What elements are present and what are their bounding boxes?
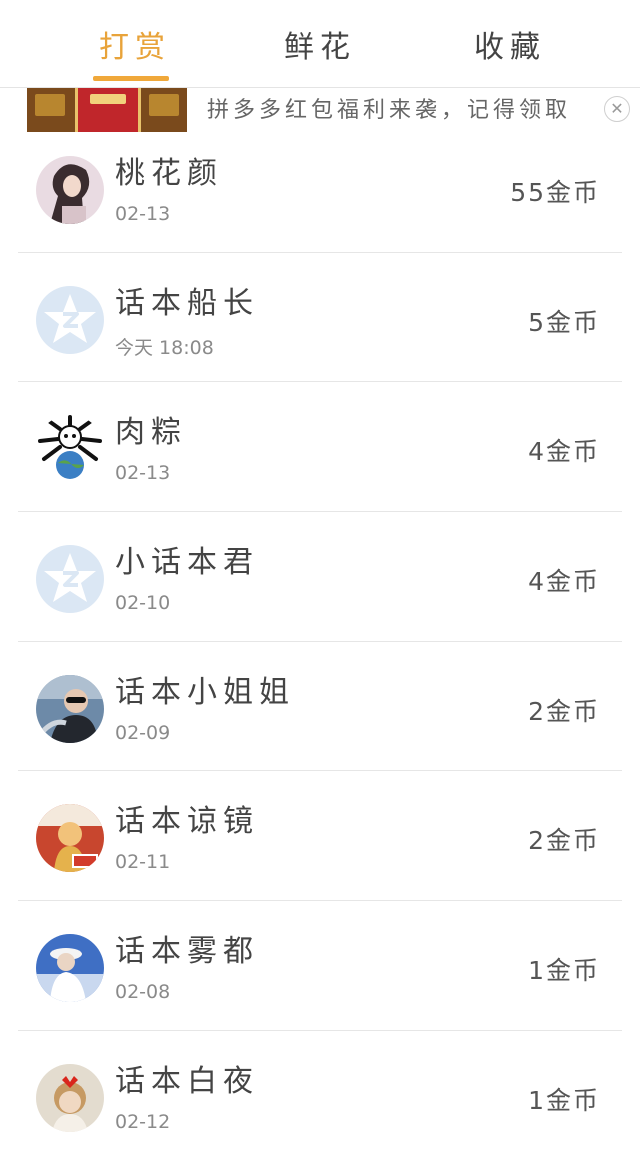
default-star-avatar-icon[interactable]	[36, 545, 104, 614]
reward-amount: 1金币	[528, 1085, 600, 1115]
user-name: 小话本君	[115, 545, 259, 581]
list-item[interactable]: 小话本君 02-10 4金币	[18, 512, 622, 642]
reward-date: 02-11	[115, 851, 171, 874]
list-item[interactable]: 话本谅镜 02-11 2金币	[18, 771, 622, 902]
reward-list: 桃花颜 02-13 55金币 话本船长 今天 18:08 5金币 肉粽 02-1…	[0, 123, 640, 1155]
user-name: 话本白夜	[115, 1063, 259, 1099]
tab-favorites[interactable]: 收藏	[465, 22, 555, 72]
user-name: 话本船长	[115, 285, 259, 321]
reward-amount: 2金币	[528, 696, 600, 726]
active-tab-indicator	[93, 76, 169, 81]
list-item[interactable]: 话本船长 今天 18:08 5金币	[18, 253, 622, 383]
list-item[interactable]: 话本雾都 02-08 1金币	[18, 901, 622, 1031]
avatar[interactable]	[36, 415, 104, 484]
reward-amount: 2金币	[528, 826, 600, 856]
avatar[interactable]	[36, 1063, 104, 1132]
reward-amount: 55金币	[510, 178, 600, 207]
user-name: 桃花颜	[115, 156, 223, 191]
reward-date: 02-08	[115, 981, 171, 1004]
reward-date: 02-13	[115, 462, 171, 485]
avatar[interactable]	[36, 804, 104, 873]
list-item[interactable]: 话本白夜 02-12 1金币	[18, 1031, 622, 1155]
tab-flowers[interactable]: 鲜花	[275, 22, 365, 72]
reward-date: 今天 18:08	[115, 336, 214, 359]
reward-date: 02-13	[115, 203, 171, 225]
user-name: 话本雾都	[115, 934, 259, 970]
avatar[interactable]	[36, 674, 104, 743]
reward-date: 02-10	[115, 592, 171, 615]
close-icon[interactable]: ✕	[604, 96, 630, 122]
tab-bar: 打赏 鲜花 收藏	[0, 0, 640, 88]
ad-text[interactable]: 拼多多红包福利来袭，记得领取	[207, 92, 571, 124]
list-item[interactable]: 桃花颜 02-13 55金币	[18, 123, 622, 253]
reward-amount: 4金币	[528, 567, 600, 597]
user-name: 话本谅镜	[115, 804, 259, 840]
reward-date: 02-09	[115, 721, 171, 744]
list-item[interactable]: 话本小姐姐 02-09 2金币	[18, 642, 622, 772]
user-name: 话本小姐姐	[115, 674, 295, 710]
reward-date: 02-12	[115, 1110, 171, 1133]
reward-amount: 5金币	[528, 307, 600, 337]
reward-amount: 4金币	[528, 437, 600, 467]
avatar[interactable]	[36, 156, 104, 224]
default-star-avatar-icon[interactable]	[36, 285, 104, 354]
avatar[interactable]	[36, 934, 104, 1003]
reward-amount: 1金币	[528, 956, 600, 986]
tab-reward[interactable]: 打赏	[90, 22, 180, 72]
list-item[interactable]: 肉粽 02-13 4金币	[18, 382, 622, 513]
user-name: 肉粽	[115, 415, 187, 451]
